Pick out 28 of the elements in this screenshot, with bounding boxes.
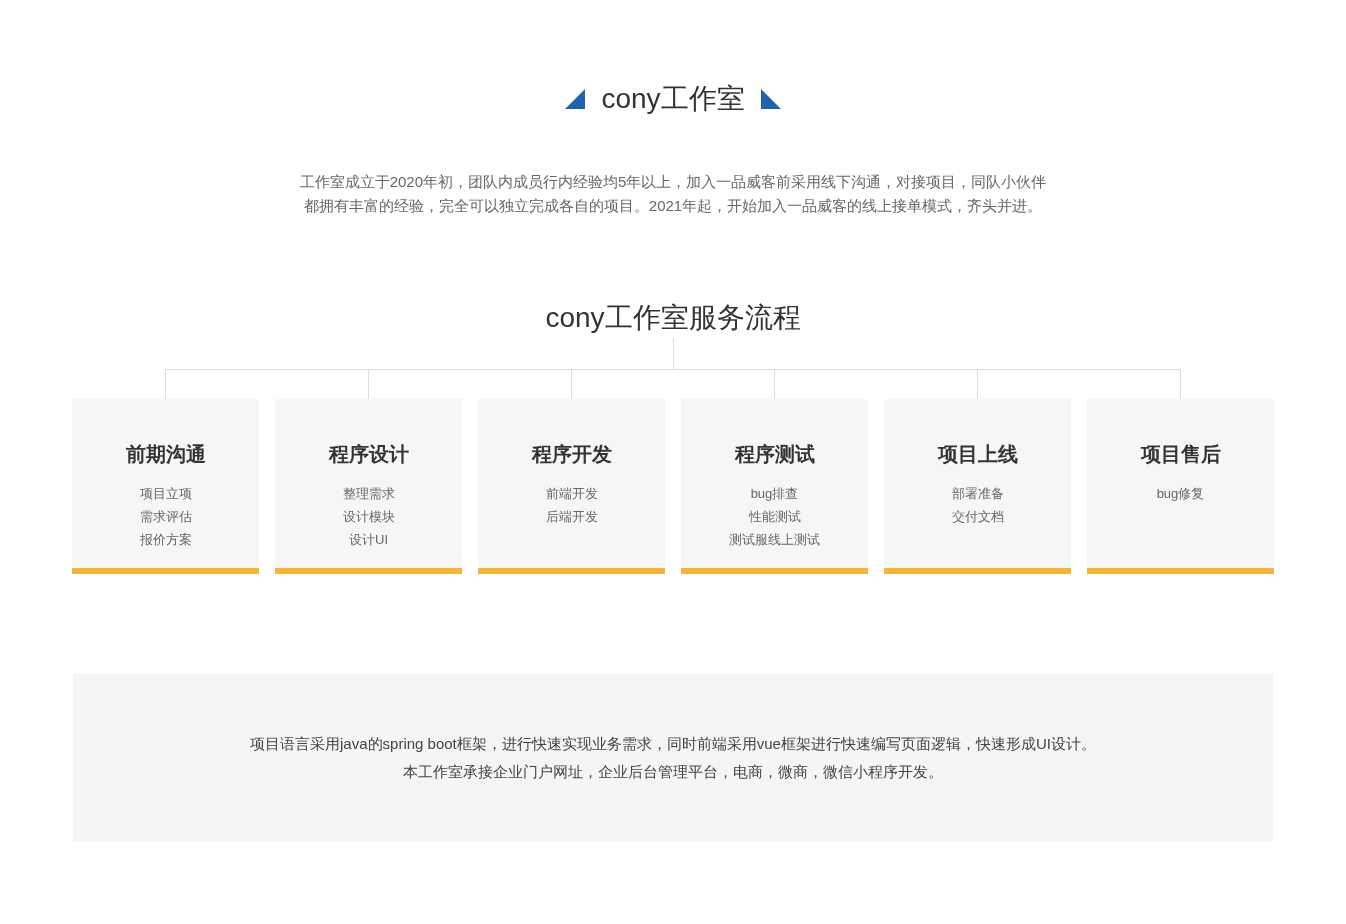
step-item: bug排查 [750, 485, 799, 503]
step-item: 前端开发 [545, 485, 598, 503]
studio-title: cony工作室 [601, 82, 745, 116]
triangle-icon [565, 89, 586, 109]
step-item: 整理需求 [342, 485, 395, 503]
step-item: 性能测试 [748, 508, 801, 526]
step-item: 后端开发 [545, 508, 598, 526]
intro-text: 工作室成立于2020年初，团队内成员行内经验均5年以上，加入一品威客前采用线下沟通，对接项目，同队小伙伴 [299, 172, 1047, 192]
step-item: 交付文档 [951, 508, 1004, 526]
triangle-icon [760, 89, 781, 109]
step-title: 程序测试 [734, 442, 815, 467]
process-title: cony工作室服务流程 [544, 301, 802, 335]
step-title: 前期沟通 [125, 442, 206, 467]
step-item: 报价方案 [139, 531, 192, 549]
step-item: 设计模块 [342, 508, 395, 526]
step-title: 程序设计 [328, 442, 409, 467]
summary-text: 本工作室承接企业门户网址，企业后台管理平台，电商，微商，微信小程序开发。 [403, 762, 943, 782]
step-item: 设计UI [349, 531, 388, 549]
summary-text: 项目语言采用java的spring boot框架，进行快速实现业务需求，同时前端采用vue框架进行快速编写页面逻辑，快速形成UI设计。 [250, 734, 1096, 754]
intro-text: 都拥有丰富的经验，完全可以独立完成各自的项目。2021年起，开始加入一品威客的线上接单模式，齐头并进。 [303, 196, 1043, 216]
step-item: 需求评估 [139, 508, 192, 526]
step-item: bug修复 [1156, 485, 1205, 503]
step-title: 程序开发 [531, 442, 612, 467]
step-item: 部署准备 [951, 485, 1004, 503]
step-title: 项目上线 [937, 442, 1018, 467]
step-item: 项目立项 [139, 485, 192, 503]
step-item: 测试服线上测试 [729, 531, 820, 549]
step-title: 项目售后 [1140, 442, 1221, 467]
